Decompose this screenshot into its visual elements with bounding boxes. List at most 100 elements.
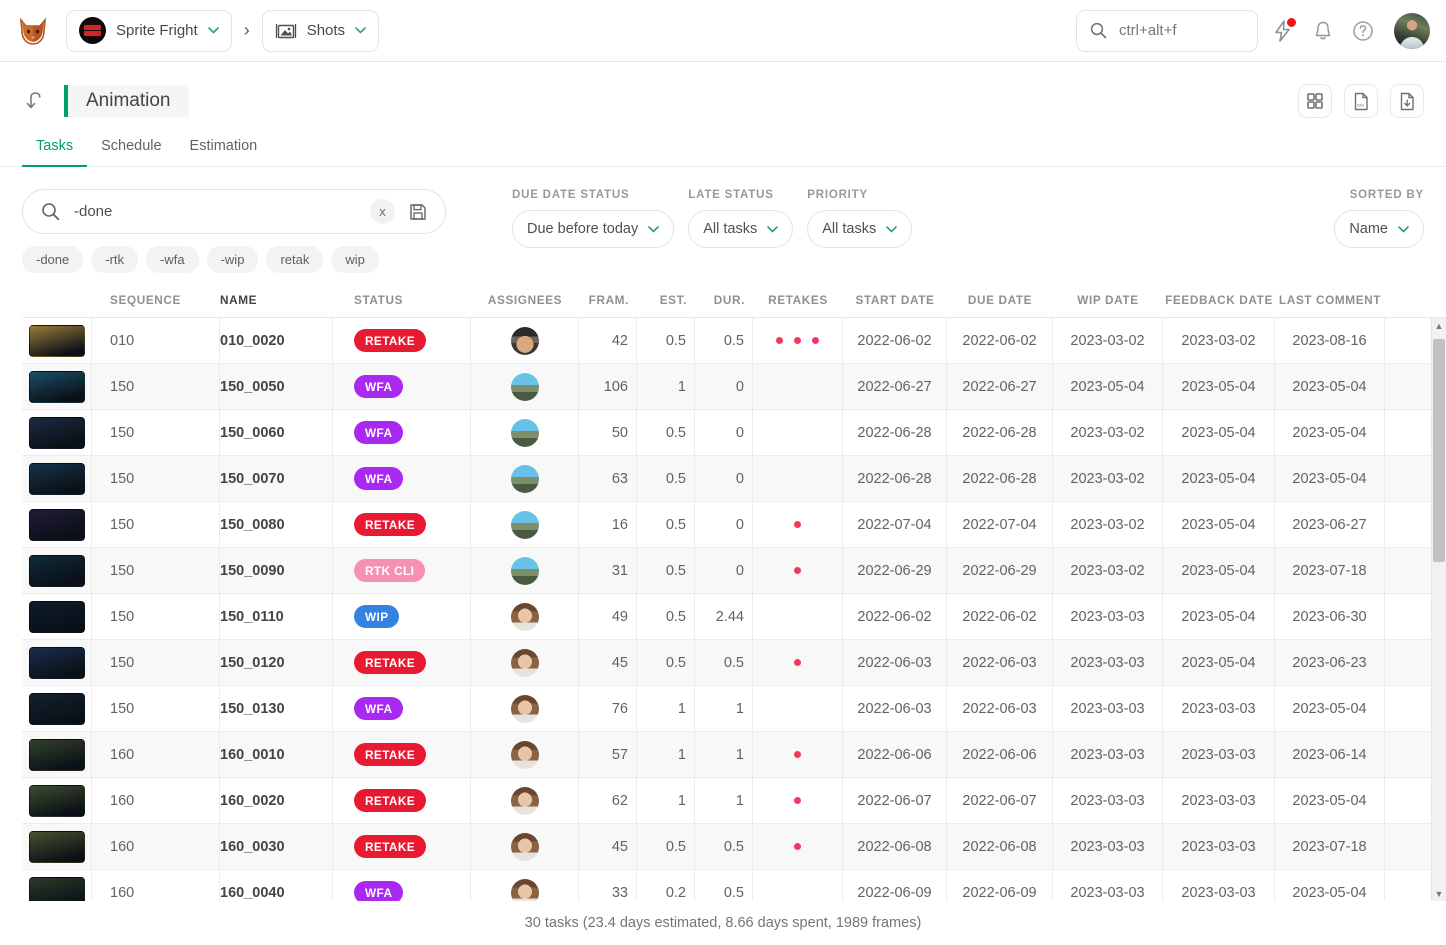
column-header-assignees[interactable]: ASSIGNEES (471, 289, 579, 317)
cell-estimation[interactable]: 1 (637, 364, 695, 409)
sorted-by-select[interactable]: Name (1334, 210, 1424, 248)
cell-status[interactable]: WFA (333, 870, 471, 901)
back-arrow-icon[interactable] (22, 87, 50, 115)
cell-assignees[interactable] (471, 502, 579, 547)
column-header-last-comment[interactable]: LAST COMMENT (1275, 289, 1385, 317)
search-chip[interactable]: -done (22, 246, 84, 273)
status-badge[interactable]: RETAKE (354, 329, 427, 352)
row-thumbnail-cell[interactable] (22, 548, 92, 593)
status-badge[interactable]: RETAKE (354, 835, 427, 858)
cell-status[interactable]: WIP (333, 594, 471, 639)
status-badge[interactable]: WIP (354, 605, 400, 628)
cell-name[interactable]: 150_0050 (220, 364, 333, 409)
search-chip[interactable]: retak (266, 246, 324, 273)
shot-thumbnail[interactable] (28, 784, 85, 817)
column-header-frames[interactable]: FRAM. (579, 289, 637, 317)
bell-icon[interactable] (1308, 16, 1338, 46)
tab-schedule[interactable]: Schedule (87, 130, 175, 167)
export-button[interactable] (1390, 84, 1424, 118)
cell-estimation[interactable]: 0.5 (637, 456, 695, 501)
status-badge[interactable]: WFA (354, 421, 404, 444)
task-search[interactable]: x (22, 189, 446, 234)
cell-name[interactable]: 150_0070 (220, 456, 333, 501)
cell-assignees[interactable] (471, 548, 579, 593)
cell-status[interactable]: WFA (333, 410, 471, 455)
question-circle-icon[interactable] (1348, 16, 1378, 46)
shot-thumbnail[interactable] (28, 738, 85, 771)
cell-name[interactable]: 150_0090 (220, 548, 333, 593)
column-header-sequence[interactable]: SEQUENCE (92, 289, 220, 317)
column-header-name[interactable]: NAME (220, 289, 333, 317)
table-row[interactable]: 160 160_0040 WFA 33 0.2 0.5 2022-06-09 2022-06-… (22, 870, 1446, 901)
cell-name[interactable]: 150_0110 (220, 594, 333, 639)
avatar[interactable] (510, 878, 539, 901)
global-search[interactable] (1076, 9, 1258, 52)
table-row[interactable]: 150 150_0050 WFA 106 1 0 2022-06-27 2022-06-27 2… (22, 364, 1446, 410)
cell-status[interactable]: RETAKE (333, 318, 471, 363)
vertical-scrollbar[interactable]: ▲ ▼ (1431, 318, 1446, 901)
scroll-down-arrow-icon[interactable]: ▼ (1432, 886, 1446, 901)
table-row[interactable]: 150 150_0090 RTK CLI 31 0.5 0 2022-06-29 2022-0… (22, 548, 1446, 594)
row-thumbnail-cell[interactable] (22, 870, 92, 901)
shot-thumbnail[interactable] (28, 554, 85, 587)
avatar[interactable] (510, 648, 539, 677)
row-thumbnail-cell[interactable] (22, 594, 92, 639)
avatar[interactable] (510, 556, 539, 585)
cell-status[interactable]: RETAKE (333, 778, 471, 823)
column-header-start-date[interactable]: START DATE (843, 289, 947, 317)
cell-estimation[interactable]: 0.5 (637, 824, 695, 869)
save-disk-icon[interactable] (407, 201, 429, 223)
cell-estimation[interactable]: 0.5 (637, 594, 695, 639)
avatar[interactable] (510, 326, 539, 355)
search-chip[interactable]: -rtk (91, 246, 139, 273)
cell-name[interactable]: 160_0010 (220, 732, 333, 777)
scroll-up-arrow-icon[interactable]: ▲ (1432, 318, 1446, 333)
table-row[interactable]: 150 150_0110 WIP 49 0.5 2.44 2022-06-02 2022-06… (22, 594, 1446, 640)
cell-status[interactable]: RTK CLI (333, 548, 471, 593)
avatar[interactable] (510, 418, 539, 447)
column-header-status[interactable]: STATUS (333, 289, 471, 317)
column-header-estimation[interactable]: EST. (637, 289, 695, 317)
status-badge[interactable]: WFA (354, 467, 404, 490)
shot-thumbnail[interactable] (28, 508, 85, 541)
cell-estimation[interactable]: 0.5 (637, 318, 695, 363)
cell-assignees[interactable] (471, 318, 579, 363)
cell-name[interactable]: 160_0030 (220, 824, 333, 869)
avatar[interactable] (1394, 12, 1430, 49)
grid-view-button[interactable] (1298, 84, 1332, 118)
cell-status[interactable]: RETAKE (333, 640, 471, 685)
due-date-status-select[interactable]: Due before today (512, 210, 675, 248)
status-badge[interactable]: RETAKE (354, 651, 427, 674)
search-input[interactable] (72, 202, 358, 221)
lightning-icon[interactable] (1268, 16, 1298, 46)
cell-estimation[interactable]: 0.5 (637, 640, 695, 685)
cell-status[interactable]: WFA (333, 456, 471, 501)
cell-name[interactable]: 150_0080 (220, 502, 333, 547)
shot-thumbnail[interactable] (28, 876, 85, 901)
shot-thumbnail[interactable] (28, 830, 85, 863)
cell-estimation[interactable]: 0.5 (637, 410, 695, 455)
avatar[interactable] (510, 372, 539, 401)
row-thumbnail-cell[interactable] (22, 502, 92, 547)
cell-estimation[interactable]: 1 (637, 686, 695, 731)
row-thumbnail-cell[interactable] (22, 686, 92, 731)
cell-assignees[interactable] (471, 456, 579, 501)
status-badge[interactable]: RETAKE (354, 789, 427, 812)
avatar[interactable] (510, 510, 539, 539)
row-thumbnail-cell[interactable] (22, 824, 92, 869)
table-row[interactable]: 150 150_0130 WFA 76 1 1 2022-06-03 2022-06-03 20… (22, 686, 1446, 732)
late-status-select[interactable]: All tasks (688, 210, 794, 248)
row-thumbnail-cell[interactable] (22, 364, 92, 409)
shot-thumbnail[interactable] (28, 646, 85, 679)
column-header-retakes[interactable]: RETAKES (753, 289, 843, 317)
clear-search-button[interactable]: x (370, 199, 395, 224)
table-row[interactable]: 010 010_0020 RETAKE 42 0.5 0.5 2022-06-02 2022-… (22, 318, 1446, 364)
cell-assignees[interactable] (471, 824, 579, 869)
cell-estimation[interactable]: 0.5 (637, 502, 695, 547)
shot-thumbnail[interactable] (28, 462, 85, 495)
cell-assignees[interactable] (471, 640, 579, 685)
shot-thumbnail[interactable] (28, 600, 85, 633)
table-row[interactable]: 160 160_0010 RETAKE 57 1 1 2022-06-06 2022-06-0… (22, 732, 1446, 778)
column-header-due-date[interactable]: DUE DATE (947, 289, 1053, 317)
row-thumbnail-cell[interactable] (22, 732, 92, 777)
